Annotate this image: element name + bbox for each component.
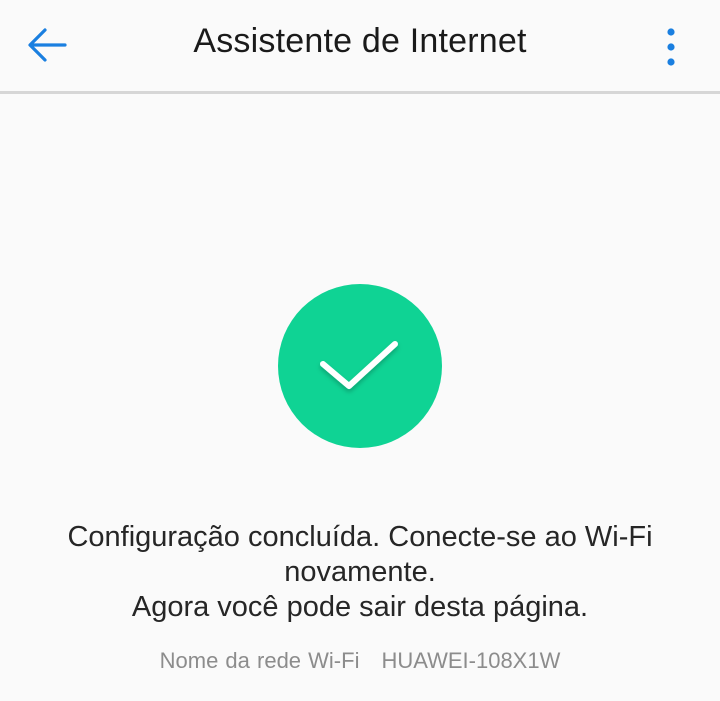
success-indicator [278,284,442,448]
network-label: Nome da rede Wi-Fi [159,648,360,673]
page-title: Assistente de Internet [193,22,527,60]
app-bar: Assistente de Internet [0,0,720,91]
internet-assistant-screen: Assistente de Internet Configuração conc… [0,0,720,701]
network-info: Nome da rede Wi-Fi HUAWEI-108X1W [0,648,720,674]
completion-message: Configuração concluída. Conecte-se ao Wi… [30,520,690,625]
app-bar-divider [0,91,720,94]
check-icon [320,341,398,389]
message-line: Configuração concluída. Conecte-se ao Wi… [67,521,653,553]
more-vertical-icon [667,28,675,66]
message-line: novamente. [284,556,436,588]
network-name: HUAWEI-108X1W [381,648,561,673]
more-options-button[interactable] [646,20,696,74]
message-line: Agora você pode sair desta página. [131,591,589,623]
